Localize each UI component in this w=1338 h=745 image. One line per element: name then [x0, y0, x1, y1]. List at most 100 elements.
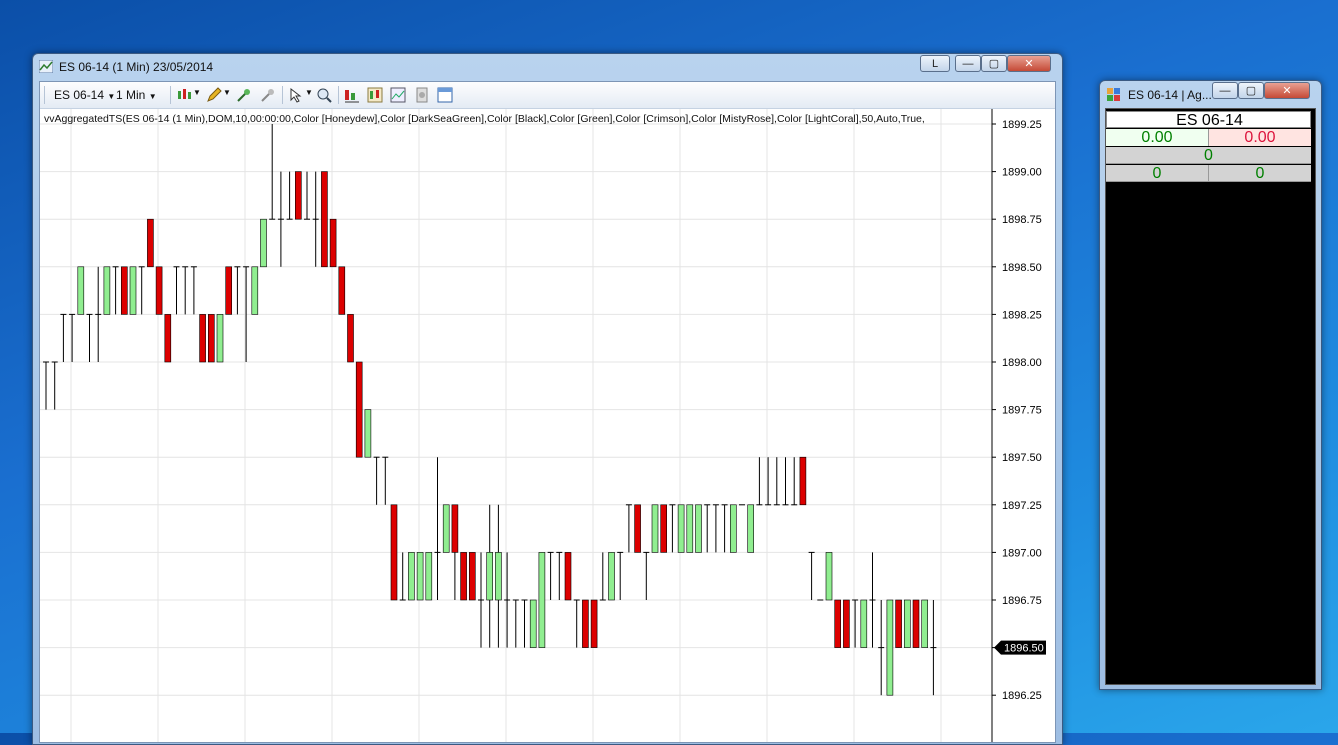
dom-total-value: 0: [1204, 147, 1213, 164]
dom-window-title: ES 06-14 | Ag...: [1128, 88, 1212, 102]
pointer-icon[interactable]: [288, 87, 304, 103]
candle-up: [486, 552, 494, 601]
candle-down: [895, 599, 902, 648]
candle-up: [495, 552, 502, 601]
dom-bid-value[interactable]: 0.00: [1106, 129, 1209, 146]
chart-toolbar: ES 06-14 ▼ 1 Min ▼ ▼ ▼ ▼: [40, 82, 1055, 109]
candle-down: [460, 552, 467, 601]
y-axis-tick-label: 1897.75: [1002, 405, 1042, 417]
dom-right-count: 0: [1255, 165, 1265, 182]
strategies-icon[interactable]: [367, 87, 383, 103]
minimize-button[interactable]: —: [1212, 82, 1238, 99]
interval-selector[interactable]: 1 Min ▼: [116, 88, 157, 102]
magnifier-icon[interactable]: [316, 87, 332, 103]
desktop: { "chart_window": { "title": "ES 06-14 (…: [0, 0, 1338, 745]
candle-down: [468, 552, 476, 601]
dom-instrument-header: ES 06-14: [1176, 112, 1243, 129]
candle-down: [208, 314, 215, 363]
close-button[interactable]: ✕: [1264, 82, 1310, 99]
dom-header-row: ES 06-14: [1106, 111, 1311, 129]
candle-down: [834, 599, 842, 648]
last-price-label: 1896.50: [1004, 643, 1044, 655]
link-button[interactable]: L: [920, 55, 950, 72]
candle-up: [651, 504, 659, 553]
y-axis-tick-label: 1897.25: [1002, 500, 1042, 512]
price-chart[interactable]: 1899.25 1899.00 1898.75 1898.50 1898.25 1898.…: [40, 109, 1055, 742]
candle-down: [199, 314, 206, 363]
candle-down: [338, 266, 346, 315]
candle-down: [329, 218, 337, 268]
candle-up: [216, 314, 224, 363]
properties-icon[interactable]: [414, 87, 430, 103]
chart-client-area: ES 06-14 ▼ 1 Min ▼ ▼ ▼ ▼ 1899.25 1899.00…: [39, 81, 1056, 743]
candle-up: [364, 409, 372, 458]
candle-down: [912, 599, 920, 648]
candle-down: [121, 266, 128, 315]
drawing-pencil-icon[interactable]: [206, 87, 222, 103]
dom-count-row: 0 0: [1106, 165, 1311, 182]
candle-up: [103, 266, 111, 315]
chart-app-icon: [39, 60, 53, 73]
last-price-arrow: [994, 640, 1001, 655]
chart-window-titlebar[interactable]: ES 06-14 (1 Min) 23/05/2014 L — ▢ ✕: [33, 54, 1062, 80]
zoom-cross-icon[interactable]: [260, 87, 276, 103]
candle-down: [799, 456, 807, 506]
maximize-button[interactable]: ▢: [981, 55, 1007, 72]
candle-up: [825, 552, 833, 601]
candle-down: [660, 504, 668, 553]
candle-up: [886, 599, 894, 696]
y-axis-tick-label: 1896.25: [1002, 690, 1042, 702]
dom-bid-ask-row: 0.00 0.00: [1106, 129, 1311, 146]
candle-up: [529, 599, 537, 648]
dom-total-row: 0: [1106, 147, 1311, 164]
dom-left-count: 0: [1106, 165, 1209, 182]
candle-up: [903, 599, 911, 648]
y-axis-tick-label: 1898.75: [1002, 214, 1042, 226]
toolbar-grip: [44, 86, 45, 104]
candle-down: [347, 314, 354, 363]
layout-icon[interactable]: [437, 87, 453, 103]
y-axis-tick-label: 1897.50: [1002, 452, 1042, 464]
candle-up: [77, 266, 85, 315]
candle-up: [747, 504, 755, 553]
toolbar-separator: [338, 86, 339, 104]
interval-label: 1 Min: [116, 88, 146, 102]
candle-down: [582, 599, 589, 648]
y-axis-tick-label: 1898.00: [1002, 357, 1042, 369]
candle-up: [695, 504, 702, 553]
candle-up: [416, 552, 424, 601]
minimize-button[interactable]: —: [955, 55, 981, 72]
chart-window: ES 06-14 (1 Min) 23/05/2014 L — ▢ ✕ ES 0…: [32, 53, 1063, 745]
candle-up: [538, 552, 546, 648]
dom-ask-value[interactable]: 0.00: [1209, 129, 1311, 146]
candle-up: [677, 504, 685, 553]
chart-style-icon[interactable]: [176, 87, 192, 103]
candle-down: [390, 504, 398, 601]
candle-up: [129, 266, 137, 315]
close-button[interactable]: ✕: [1007, 55, 1051, 72]
toolbar-separator: [282, 86, 283, 104]
candle-up: [608, 552, 615, 601]
chevron-down-icon[interactable]: ▼: [305, 88, 313, 97]
data-box-icon[interactable]: [390, 87, 406, 103]
maximize-button[interactable]: ▢: [1238, 82, 1264, 99]
y-axis-tick-label: 1898.50: [1002, 262, 1042, 274]
y-axis-tick-label: 1898.25: [1002, 309, 1042, 321]
chevron-down-icon: ▼: [107, 92, 116, 101]
candle-down: [147, 218, 154, 268]
instrument-selector[interactable]: ES 06-14 ▼: [54, 88, 115, 102]
chevron-down-icon[interactable]: ▼: [193, 88, 201, 97]
candle-down: [564, 552, 572, 601]
y-axis-tick-label: 1899.00: [1002, 167, 1042, 179]
dom-window-titlebar[interactable]: ES 06-14 | Ag... — ▢ ✕: [1100, 81, 1321, 107]
candle-up: [921, 599, 929, 648]
candle-up: [251, 266, 259, 315]
chevron-down-icon: ▼: [148, 92, 157, 101]
dom-client-area: ES 06-14 0.00 0.00 0 0 0: [1105, 108, 1316, 685]
chevron-down-icon[interactable]: ▼: [223, 88, 231, 97]
candle-down: [225, 266, 232, 315]
indicators-icon[interactable]: [344, 87, 360, 103]
candle-down: [155, 266, 163, 315]
y-axis-tick-label: 1899.25: [1002, 119, 1042, 131]
crosshair-icon[interactable]: [236, 87, 252, 103]
